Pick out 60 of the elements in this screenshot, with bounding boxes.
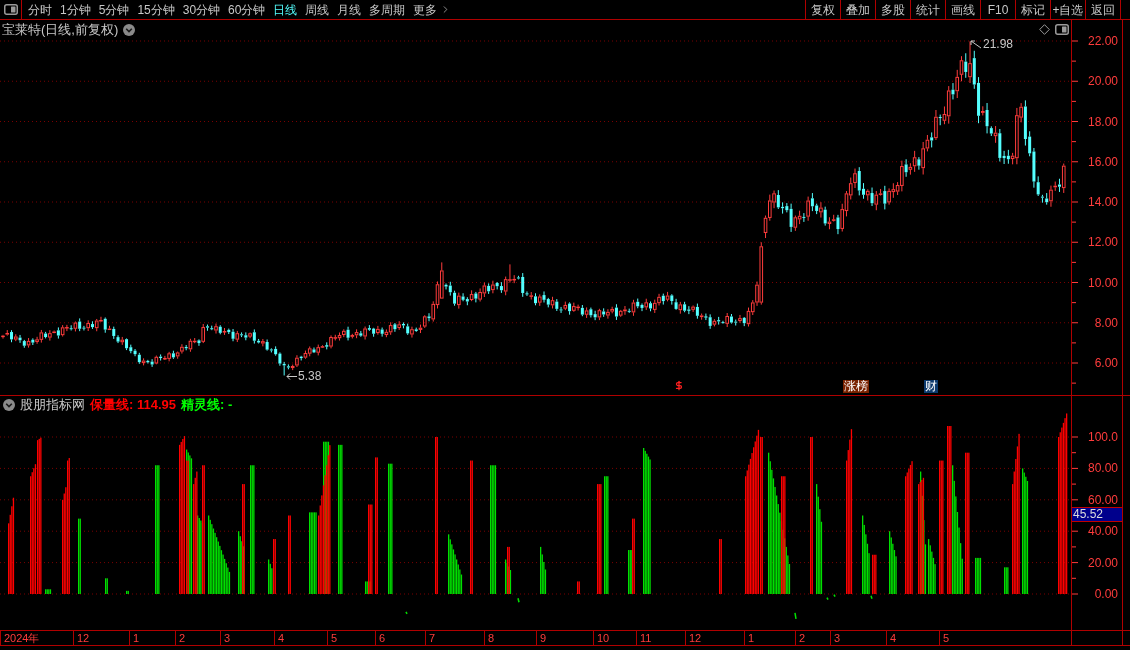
- date-axis-label: 12: [689, 632, 702, 644]
- date-axis-label: 12: [77, 632, 90, 644]
- toolbar-button[interactable]: 返回: [1085, 0, 1120, 19]
- date-axis-label: 2: [799, 632, 806, 644]
- period-tab[interactable]: 30分钟: [182, 2, 221, 17]
- date-axis-label: 4: [890, 632, 897, 644]
- date-axis-label: 8: [488, 632, 495, 644]
- date-axis-label: 2024年: [4, 632, 40, 644]
- price-axis-label: 6.00: [1094, 356, 1118, 370]
- period-tab[interactable]: 60分钟: [228, 2, 266, 17]
- indicator-axis-label: 20.00: [1087, 555, 1118, 570]
- period-tab[interactable]: 多周期: [369, 2, 406, 17]
- toolbar-button[interactable]: 画线: [945, 0, 980, 19]
- date-axis-label: 1: [133, 632, 140, 644]
- date-axis-label: 7: [429, 632, 436, 644]
- period-tab[interactable]: 月线: [337, 2, 362, 17]
- period-tab[interactable]: 15分钟: [137, 2, 175, 17]
- indicator-axis-label: 100.0: [1087, 430, 1118, 444]
- toolbar-button[interactable]: 多股: [875, 0, 910, 19]
- toolbar-button[interactable]: 叠加: [840, 0, 875, 19]
- toolbar-button[interactable]: 统计: [910, 0, 945, 19]
- date-axis-label: 5: [943, 632, 950, 644]
- indicator-line-value: 精灵线: -: [181, 397, 233, 412]
- date-axis-label: 6: [379, 632, 386, 644]
- toolbar-button[interactable]: F10: [980, 0, 1015, 19]
- price-axis-label: 10.00: [1087, 275, 1118, 290]
- price-axis-label: 8.00: [1094, 315, 1118, 330]
- toolbar-button[interactable]: 复权: [805, 0, 840, 19]
- price-axis-label: 14.00: [1087, 195, 1118, 209]
- indicator-axis-label: 0.00: [1094, 586, 1118, 601]
- price-axis-label: 16.00: [1087, 154, 1118, 169]
- date-axis-label: 10: [597, 632, 610, 644]
- price-axis-label: 12.00: [1087, 235, 1118, 250]
- dropdown-icon[interactable]: [3, 398, 15, 411]
- period-tab[interactable]: 分时: [28, 2, 52, 17]
- price-axis-label: 22.00: [1087, 34, 1118, 48]
- date-axis-label: 5: [331, 632, 338, 644]
- period-tab[interactable]: 更多: [413, 2, 452, 17]
- date-axis-label: 3: [834, 632, 841, 644]
- toolbar-button[interactable]: 标记: [1015, 0, 1050, 19]
- date-axis-label: 2: [179, 632, 186, 644]
- indicator-line-value: 保量线: 114.95: [90, 397, 176, 412]
- period-tab[interactable]: 周线: [305, 2, 330, 17]
- price-axis-label: 18.00: [1087, 114, 1118, 129]
- period-tab[interactable]: 5分钟: [98, 2, 130, 17]
- date-axis-label: 4: [278, 632, 285, 644]
- period-tab[interactable]: 日线: [273, 2, 298, 17]
- panel-toggle-icon[interactable]: [3, 4, 18, 15]
- date-axis-label: 3: [224, 632, 231, 644]
- indicator-axis-label: 40.00: [1087, 524, 1118, 539]
- price-axis-label: 20.00: [1087, 74, 1118, 89]
- period-tab[interactable]: 1分钟: [60, 2, 91, 17]
- indicator-title: 股朋指标网: [20, 397, 85, 412]
- indicator-axis-label: 80.00: [1087, 461, 1118, 476]
- date-axis-label: 9: [540, 632, 547, 644]
- date-axis-label: 11: [640, 632, 652, 644]
- current-value-marker: 45.52: [1072, 507, 1122, 522]
- indicator-axis-label: 60.00: [1087, 492, 1118, 507]
- toolbar-button[interactable]: +自选: [1050, 0, 1085, 19]
- date-axis-label: 1: [748, 632, 755, 644]
